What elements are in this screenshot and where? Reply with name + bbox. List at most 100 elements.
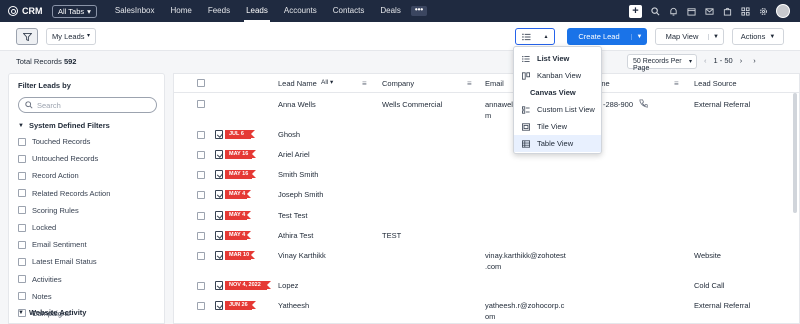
tab-home[interactable]: Home xyxy=(163,0,200,22)
avatar[interactable] xyxy=(776,4,790,18)
phone-cell[interactable]: -288-900 xyxy=(603,99,633,110)
checkbox[interactable] xyxy=(18,189,26,198)
lead-name-cell[interactable]: Test Test xyxy=(278,210,307,221)
filter-email-sentiment[interactable]: Email Sentiment xyxy=(18,236,110,253)
header-lead-name[interactable]: Lead Name xyxy=(278,79,317,88)
chevron-left-icon[interactable]: ‹ xyxy=(704,56,707,65)
all-tabs-button[interactable]: All Tabs ▾ xyxy=(52,4,97,18)
chevron-down-icon[interactable]: ▼ xyxy=(708,33,723,40)
header-company[interactable]: Company xyxy=(382,79,414,88)
filter-activities[interactable]: Activities xyxy=(18,271,110,288)
system-filters-section[interactable]: ▼ System Defined Filters xyxy=(18,121,110,130)
email-cell[interactable]: yatheesh.r@zohocorp.c xyxy=(485,300,564,311)
task-icon[interactable] xyxy=(215,190,223,199)
lead-name-cell[interactable]: Lopez xyxy=(278,280,298,291)
select-all-checkbox[interactable] xyxy=(197,79,205,87)
mail-icon[interactable] xyxy=(704,6,714,16)
task-icon[interactable] xyxy=(215,150,223,159)
checkbox[interactable] xyxy=(18,171,26,180)
task-icon[interactable] xyxy=(215,130,223,139)
filter-related-records-action[interactable]: Related Records Action xyxy=(18,185,110,202)
row-checkbox[interactable] xyxy=(197,151,205,159)
row-checkbox[interactable] xyxy=(197,302,205,310)
row-checkbox[interactable] xyxy=(197,171,205,179)
lead-name-filter-select[interactable]: All ▾ xyxy=(321,78,333,86)
task-icon[interactable] xyxy=(215,211,223,220)
checkbox[interactable] xyxy=(18,206,26,215)
lead-name-cell[interactable]: Yatheesh xyxy=(278,300,309,311)
checkbox[interactable] xyxy=(18,223,26,232)
tab-deals[interactable]: Deals xyxy=(372,0,408,22)
tab-salesinbox[interactable]: SalesInbox xyxy=(107,0,163,22)
filter-record-action[interactable]: Record Action xyxy=(18,167,110,184)
lead-name-cell[interactable]: Ariel Ariel xyxy=(278,149,310,160)
checkbox[interactable] xyxy=(18,137,26,146)
tab-accounts[interactable]: Accounts xyxy=(276,0,325,22)
website-activity-section[interactable]: ▼ Website Activity xyxy=(18,308,86,317)
menu-item-tile-view[interactable]: Tile View xyxy=(514,118,601,135)
my-leads-select[interactable]: My Leads ▾ xyxy=(46,28,96,45)
header-lead-source[interactable]: Lead Source xyxy=(694,79,737,88)
row-checkbox[interactable] xyxy=(197,232,205,240)
filter-toggle-button[interactable] xyxy=(16,28,38,45)
lead-name-cell[interactable]: Smith Smith xyxy=(278,169,318,180)
menu-item-table-view[interactable]: Table View xyxy=(514,135,601,152)
apps-icon[interactable] xyxy=(740,6,750,16)
email-cell[interactable]: vinay.karthikk@zohotest xyxy=(485,250,566,261)
menu-item-list-view[interactable]: List View xyxy=(514,50,601,67)
filter-scoring-rules[interactable]: Scoring Rules xyxy=(18,202,110,219)
plus-icon[interactable]: + xyxy=(629,4,642,18)
filter-touched-records[interactable]: Touched Records xyxy=(18,133,110,150)
crm-logo[interactable]: CRM xyxy=(0,6,52,16)
bell-icon[interactable] xyxy=(668,6,678,16)
row-checkbox[interactable] xyxy=(197,252,205,260)
email-cell[interactable]: annawell xyxy=(485,99,515,110)
calendar-icon[interactable] xyxy=(686,6,696,16)
tab-contacts[interactable]: Contacts xyxy=(325,0,373,22)
checkbox[interactable] xyxy=(18,257,26,266)
filter-locked[interactable]: Locked xyxy=(18,219,110,236)
map-view-button[interactable]: Map View ▼ xyxy=(655,28,724,45)
task-icon[interactable] xyxy=(215,301,223,310)
header-email[interactable]: Email xyxy=(485,79,504,88)
create-lead-button[interactable]: Create Lead ▼ xyxy=(567,28,647,45)
create-lead-dropdown-icon[interactable]: ▼ xyxy=(631,33,647,40)
chevron-right-icon[interactable]: › xyxy=(753,56,756,65)
checkbox[interactable] xyxy=(18,275,26,284)
column-menu-icon[interactable]: ≡ xyxy=(362,79,367,88)
chevron-right-icon[interactable]: › xyxy=(740,56,743,65)
checkbox[interactable] xyxy=(18,292,26,301)
filter-notes[interactable]: Notes xyxy=(18,288,110,305)
table-scrollbar[interactable] xyxy=(793,93,797,213)
row-checkbox[interactable] xyxy=(197,212,205,220)
menu-item-kanban-view[interactable]: Kanban View xyxy=(514,67,601,84)
checkbox[interactable] xyxy=(18,154,26,163)
row-checkbox[interactable] xyxy=(197,282,205,290)
task-icon[interactable] xyxy=(215,251,223,260)
records-per-page-select[interactable]: 50 Records Per Page ▾ xyxy=(627,54,697,72)
filter-latest-email-status[interactable]: Latest Email Status xyxy=(18,253,110,270)
more-tabs-button[interactable]: ••• xyxy=(410,6,428,16)
marketplace-icon[interactable] xyxy=(722,6,732,16)
row-checkbox[interactable] xyxy=(197,191,205,199)
lead-name-cell[interactable]: Joseph Smith xyxy=(278,189,323,200)
search-icon[interactable] xyxy=(650,6,660,16)
phone-icon[interactable] xyxy=(639,99,649,111)
lead-name-cell[interactable]: Ghosh xyxy=(278,129,300,140)
lead-name-cell[interactable]: Anna Wells xyxy=(278,99,316,110)
filter-search-input[interactable]: Search xyxy=(18,97,157,113)
menu-item-custom-list-view[interactable]: Custom List View xyxy=(514,101,601,118)
tab-feeds[interactable]: Feeds xyxy=(200,0,238,22)
task-icon[interactable] xyxy=(215,281,223,290)
column-menu-icon[interactable]: ≡ xyxy=(467,79,472,88)
task-icon[interactable] xyxy=(215,231,223,240)
lead-name-cell[interactable]: Vinay Karthikk xyxy=(278,250,326,261)
row-checkbox[interactable] xyxy=(197,100,205,108)
actions-button[interactable]: Actions ▼ xyxy=(732,28,784,45)
lead-name-cell[interactable]: Athira Test xyxy=(278,230,313,241)
gear-icon[interactable] xyxy=(758,6,768,16)
checkbox[interactable] xyxy=(18,240,26,249)
task-icon[interactable] xyxy=(215,170,223,179)
column-menu-icon[interactable]: ≡ xyxy=(674,79,679,88)
filter-untouched-records[interactable]: Untouched Records xyxy=(18,150,110,167)
